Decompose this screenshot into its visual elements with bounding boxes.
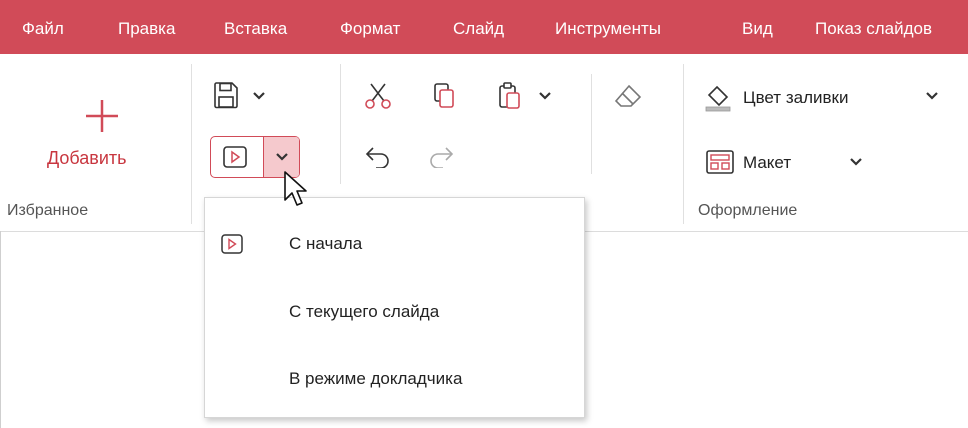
pointer-cursor-icon: [284, 171, 307, 206]
divider: [191, 64, 192, 224]
fill-color-label[interactable]: Цвет заливки: [743, 88, 848, 108]
dropdown-item-from-current[interactable]: С текущего слайда: [205, 282, 584, 342]
divider: [591, 74, 592, 174]
slideshow-dropdown-menu: С начала С текущего слайда В режиме докл…: [204, 197, 585, 418]
eraser-icon: [614, 84, 642, 107]
menu-file[interactable]: Файл: [22, 0, 64, 54]
undo-button[interactable]: [362, 142, 394, 170]
fill-color-dropdown[interactable]: [924, 88, 940, 104]
add-button-label[interactable]: Добавить: [47, 148, 127, 169]
chevron-down-icon: [253, 92, 265, 100]
plus-icon: [86, 100, 118, 132]
fill-color-icon: [705, 85, 731, 112]
play-icon: [223, 146, 247, 168]
play-icon-svg: [221, 234, 243, 254]
redo-icon: [430, 147, 454, 168]
chevron-down-icon: [539, 92, 551, 100]
paste-dropdown-button[interactable]: [537, 88, 553, 104]
paste-icon: [499, 82, 520, 109]
redo-button[interactable]: [425, 142, 457, 170]
menu-bar: Файл Правка Вставка Формат Слайд Инструм…: [0, 0, 968, 54]
copy-button[interactable]: [428, 80, 460, 112]
dropdown-item-label: С начала: [289, 234, 363, 253]
paste-button[interactable]: [493, 80, 525, 112]
layout-label[interactable]: Макет: [743, 153, 791, 173]
play-icon: [219, 232, 245, 256]
play-dropdown-chevron: [274, 150, 290, 164]
divider: [683, 64, 684, 224]
menu-format[interactable]: Формат: [340, 0, 400, 54]
layout-dropdown[interactable]: [848, 154, 864, 170]
menu-tools[interactable]: Инструменты: [555, 0, 661, 54]
dropdown-item-label: С текущего слайда: [289, 302, 440, 321]
layout-icon: [706, 150, 734, 174]
eraser-button[interactable]: [612, 80, 644, 112]
save-icon: [214, 82, 238, 109]
undo-icon: [365, 147, 389, 168]
menu-view[interactable]: Вид: [742, 0, 773, 54]
divider: [340, 64, 341, 184]
chevron-down-icon: [926, 92, 938, 100]
dropdown-item-from-start[interactable]: С начала: [205, 214, 584, 274]
add-button[interactable]: [82, 96, 122, 136]
play-from-start-button[interactable]: [221, 144, 249, 170]
menu-slide[interactable]: Слайд: [453, 0, 504, 54]
menu-edit[interactable]: Правка: [118, 0, 175, 54]
chevron-down-icon: [276, 153, 288, 161]
design-group-label: Оформление: [698, 202, 798, 219]
menu-slideshow[interactable]: Показ слайдов: [815, 0, 932, 54]
cut-button[interactable]: [362, 80, 394, 112]
menu-insert[interactable]: Вставка: [224, 0, 287, 54]
scissors-icon: [365, 83, 391, 109]
save-dropdown-button[interactable]: [251, 88, 267, 104]
mouse-cursor: [283, 170, 309, 215]
chevron-down-icon: [850, 158, 862, 166]
copy-icon: [434, 83, 454, 108]
favorites-group-label: Избранное: [7, 202, 89, 219]
save-button[interactable]: [211, 80, 241, 110]
document-area-border: [0, 231, 1, 428]
dropdown-item-presenter-mode[interactable]: В режиме докладчика: [205, 349, 584, 409]
layout-icon-wrap[interactable]: [704, 148, 736, 176]
fill-color-icon-wrap[interactable]: [702, 82, 734, 114]
dropdown-item-label: В режиме докладчика: [289, 369, 463, 388]
